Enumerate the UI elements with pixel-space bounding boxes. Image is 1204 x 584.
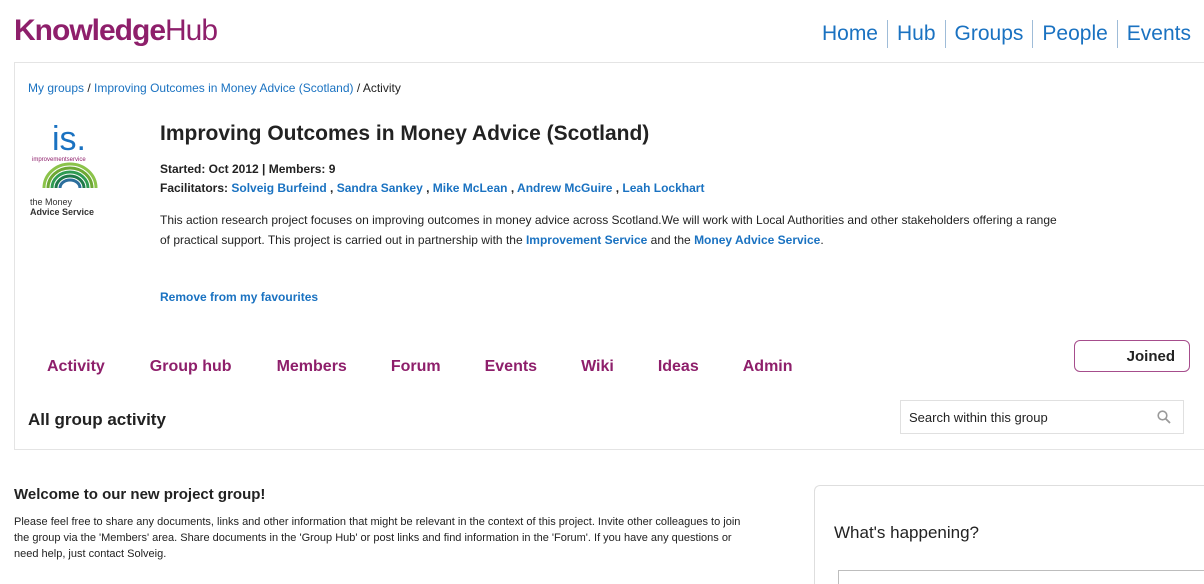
group-tabs: Activity Group hub Members Forum Events … [47, 358, 793, 376]
description-text: . [820, 233, 824, 247]
breadcrumb-group[interactable]: Improving Outcomes in Money Advice (Scot… [94, 81, 353, 95]
improvement-service-link[interactable]: Improvement Service [526, 233, 647, 247]
whats-happening-input[interactable] [838, 570, 1204, 584]
logo-text-bold: Knowledge [14, 14, 166, 47]
logo-brand-sub: improvementservice [32, 157, 86, 163]
tab-ideas[interactable]: Ideas [658, 358, 699, 376]
joined-button[interactable]: Joined [1074, 340, 1190, 372]
tab-group-hub[interactable]: Group hub [150, 358, 232, 376]
breadcrumb-current: Activity [362, 81, 401, 95]
welcome-text: Please feel free to share any documents,… [14, 516, 741, 560]
nav-people[interactable]: People [1033, 22, 1116, 46]
nav-home[interactable]: Home [813, 22, 887, 46]
activity-title: All group activity [28, 410, 166, 429]
facilitator-link[interactable]: Mike McLean [433, 181, 508, 195]
logo-brand-line1: the Money [30, 197, 73, 207]
group-logo: is. improvementservice the Money Advice … [30, 120, 98, 217]
breadcrumb-separator: / [353, 81, 363, 95]
site-logo[interactable]: KnowledgeHub [14, 14, 218, 48]
logo-brand-top: is. [52, 120, 86, 158]
logo-text-light: Hub [165, 14, 218, 47]
nav-events[interactable]: Events [1118, 22, 1200, 46]
group-search-input[interactable] [901, 401, 1151, 433]
tab-wiki[interactable]: Wiki [581, 358, 614, 376]
search-icon[interactable] [1157, 410, 1171, 424]
group-description: This action research project focuses on … [160, 210, 1060, 250]
breadcrumb-my-groups[interactable]: My groups [28, 81, 84, 95]
group-title: Improving Outcomes in Money Advice (Scot… [160, 122, 650, 145]
description-text: and the [647, 233, 695, 247]
facilitator-link[interactable]: Leah Lockhart [622, 181, 704, 195]
facilitators-label: Facilitators: [160, 181, 232, 195]
remove-favourite-link[interactable]: Remove from my favourites [160, 290, 318, 304]
breadcrumb: My groups / Improving Outcomes in Money … [28, 81, 401, 95]
tab-activity[interactable]: Activity [47, 358, 105, 376]
facilitator-link[interactable]: Sandra Sankey [337, 181, 423, 195]
breadcrumb-separator: / [84, 81, 95, 95]
welcome-title: Welcome to our new project group! [14, 486, 266, 503]
tab-admin[interactable]: Admin [743, 358, 793, 376]
tab-events[interactable]: Events [485, 358, 537, 376]
whats-happening-title: What's happening? [834, 523, 980, 542]
group-facilitators: Facilitators: Solveig Burfeind , Sandra … [160, 181, 705, 195]
nav-hub[interactable]: Hub [888, 22, 945, 46]
group-meta: Started: Oct 2012 | Members: 9 [160, 162, 336, 176]
top-navigation: Home Hub Groups People Events [813, 20, 1200, 48]
logo-brand-line2: Advice Service [30, 207, 94, 217]
tab-members[interactable]: Members [277, 358, 347, 376]
tab-forum[interactable]: Forum [391, 358, 441, 376]
facilitator-link[interactable]: Andrew McGuire [517, 181, 612, 195]
nav-groups[interactable]: Groups [946, 22, 1033, 46]
group-search [900, 400, 1184, 434]
money-advice-service-link[interactable]: Money Advice Service [694, 233, 820, 247]
facilitator-link[interactable]: Solveig Burfeind [231, 181, 326, 195]
